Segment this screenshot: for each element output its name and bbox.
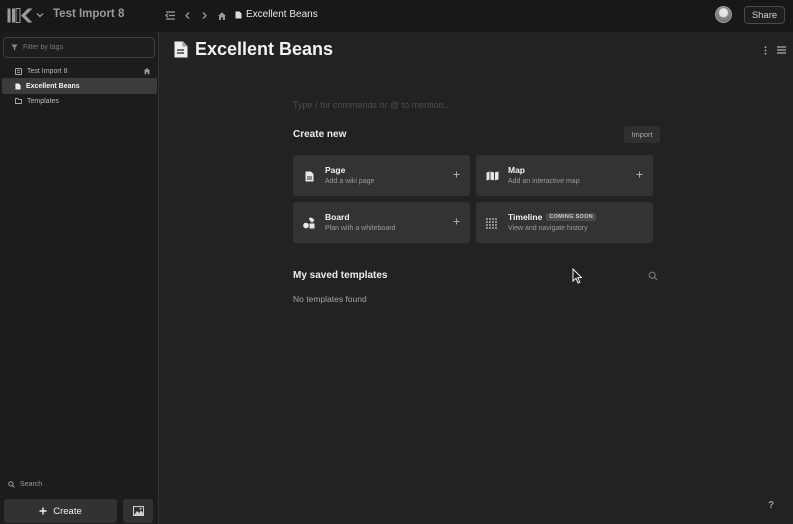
- sidebar-search-button[interactable]: Search: [8, 481, 42, 488]
- mouse-cursor-icon: [572, 268, 582, 284]
- add-map-button[interactable]: [634, 169, 644, 179]
- back-button[interactable]: [181, 9, 194, 22]
- help-button[interactable]: ?: [768, 500, 774, 511]
- book-icon: [15, 67, 22, 75]
- card-title: Map: [508, 165, 525, 175]
- card-subtitle: Plan with a whiteboard: [325, 225, 396, 232]
- collapse-sidebar-button[interactable]: [164, 9, 177, 22]
- workspace-title[interactable]: Test Import 8: [53, 8, 124, 20]
- shapes-icon: [302, 216, 316, 230]
- home-icon: [217, 11, 226, 20]
- chevron-right-icon: [202, 12, 207, 19]
- card-title: Board: [325, 212, 350, 222]
- tag-filter[interactable]: [3, 37, 155, 58]
- card-title-text: Page: [325, 165, 346, 175]
- card-title: Page: [325, 165, 345, 175]
- breadcrumb[interactable]: Excellent Beans: [235, 9, 318, 20]
- home-button[interactable]: [215, 9, 228, 22]
- filter-icon: [11, 44, 18, 51]
- home-icon: [143, 67, 151, 75]
- plus-icon: [453, 171, 459, 177]
- plus-icon: [636, 171, 642, 177]
- sidebar-item-label: Templates: [27, 97, 59, 105]
- search-icon[interactable]: [648, 271, 658, 281]
- create-map-card[interactable]: Map Add an interactive map: [476, 155, 653, 196]
- list-icon: [777, 46, 786, 54]
- forward-button[interactable]: [198, 9, 211, 22]
- editor-input[interactable]: Type / for commands or @ to mention...: [293, 100, 633, 114]
- create-new-heading: Create new: [293, 129, 347, 140]
- app-logo[interactable]: [7, 8, 33, 23]
- coming-soon-badge: COMING SOON: [546, 213, 596, 221]
- top-bar: Test Import 8 Excellent Beans Share: [0, 0, 793, 32]
- map-icon: [485, 169, 499, 183]
- sidebar-item-test-import-8[interactable]: Test Import 8: [2, 63, 157, 79]
- filter-input[interactable]: [23, 44, 143, 51]
- page-icon: [235, 11, 242, 18]
- card-title: Timeline COMING SOON: [508, 212, 596, 222]
- sidebar-search-label: Search: [20, 481, 43, 488]
- folder-icon: [15, 98, 22, 104]
- sidebar: Test Import 8 Excellent Beans Templates …: [0, 32, 159, 524]
- page-icon: [15, 83, 21, 89]
- create-button[interactable]: Create: [4, 499, 117, 523]
- avatar[interactable]: [715, 6, 732, 23]
- card-title-text: Map: [508, 165, 525, 175]
- card-subtitle: Add an interactive map: [508, 178, 580, 185]
- share-button[interactable]: Share: [744, 6, 785, 24]
- card-title-text: Board: [325, 212, 350, 222]
- card-subtitle: Add a wiki page: [325, 178, 375, 185]
- chevron-down-icon[interactable]: [35, 10, 45, 20]
- create-timeline-card: Timeline COMING SOON View and navigate h…: [476, 202, 653, 243]
- page-icon: [174, 41, 188, 58]
- plus-icon: [39, 507, 47, 515]
- image-button[interactable]: [123, 499, 153, 523]
- card-title-text: Timeline: [508, 212, 543, 222]
- table-of-contents-button[interactable]: [776, 44, 787, 56]
- card-subtitle: View and navigate history: [508, 225, 588, 232]
- timeline-icon: [485, 216, 499, 230]
- chevron-left-icon: [185, 12, 190, 19]
- more-options-button[interactable]: [760, 44, 770, 56]
- breadcrumb-page-label: Excellent Beans: [246, 9, 318, 20]
- add-page-button[interactable]: [451, 169, 461, 179]
- plus-icon: [453, 218, 459, 224]
- no-templates-message: No templates found: [293, 294, 367, 304]
- create-button-label: Create: [53, 505, 82, 517]
- sidebar-item-templates[interactable]: Templates: [2, 93, 157, 109]
- sidebar-item-label: Excellent Beans: [26, 82, 80, 90]
- create-board-card[interactable]: Board Plan with a whiteboard: [293, 202, 470, 243]
- page-icon: [302, 169, 316, 183]
- import-button[interactable]: Import: [624, 126, 660, 143]
- create-page-card[interactable]: Page Add a wiki page: [293, 155, 470, 196]
- search-icon: [8, 481, 15, 488]
- sidebar-item-excellent-beans[interactable]: Excellent Beans: [2, 78, 157, 94]
- add-board-button[interactable]: [451, 216, 461, 226]
- sidebar-item-label: Test Import 8: [27, 67, 68, 75]
- collapse-sidebar-icon: [165, 11, 175, 20]
- more-vertical-icon: [764, 45, 766, 55]
- saved-templates-heading: My saved templates: [293, 270, 388, 281]
- image-icon: [132, 506, 144, 516]
- page-title[interactable]: Excellent Beans: [195, 39, 333, 60]
